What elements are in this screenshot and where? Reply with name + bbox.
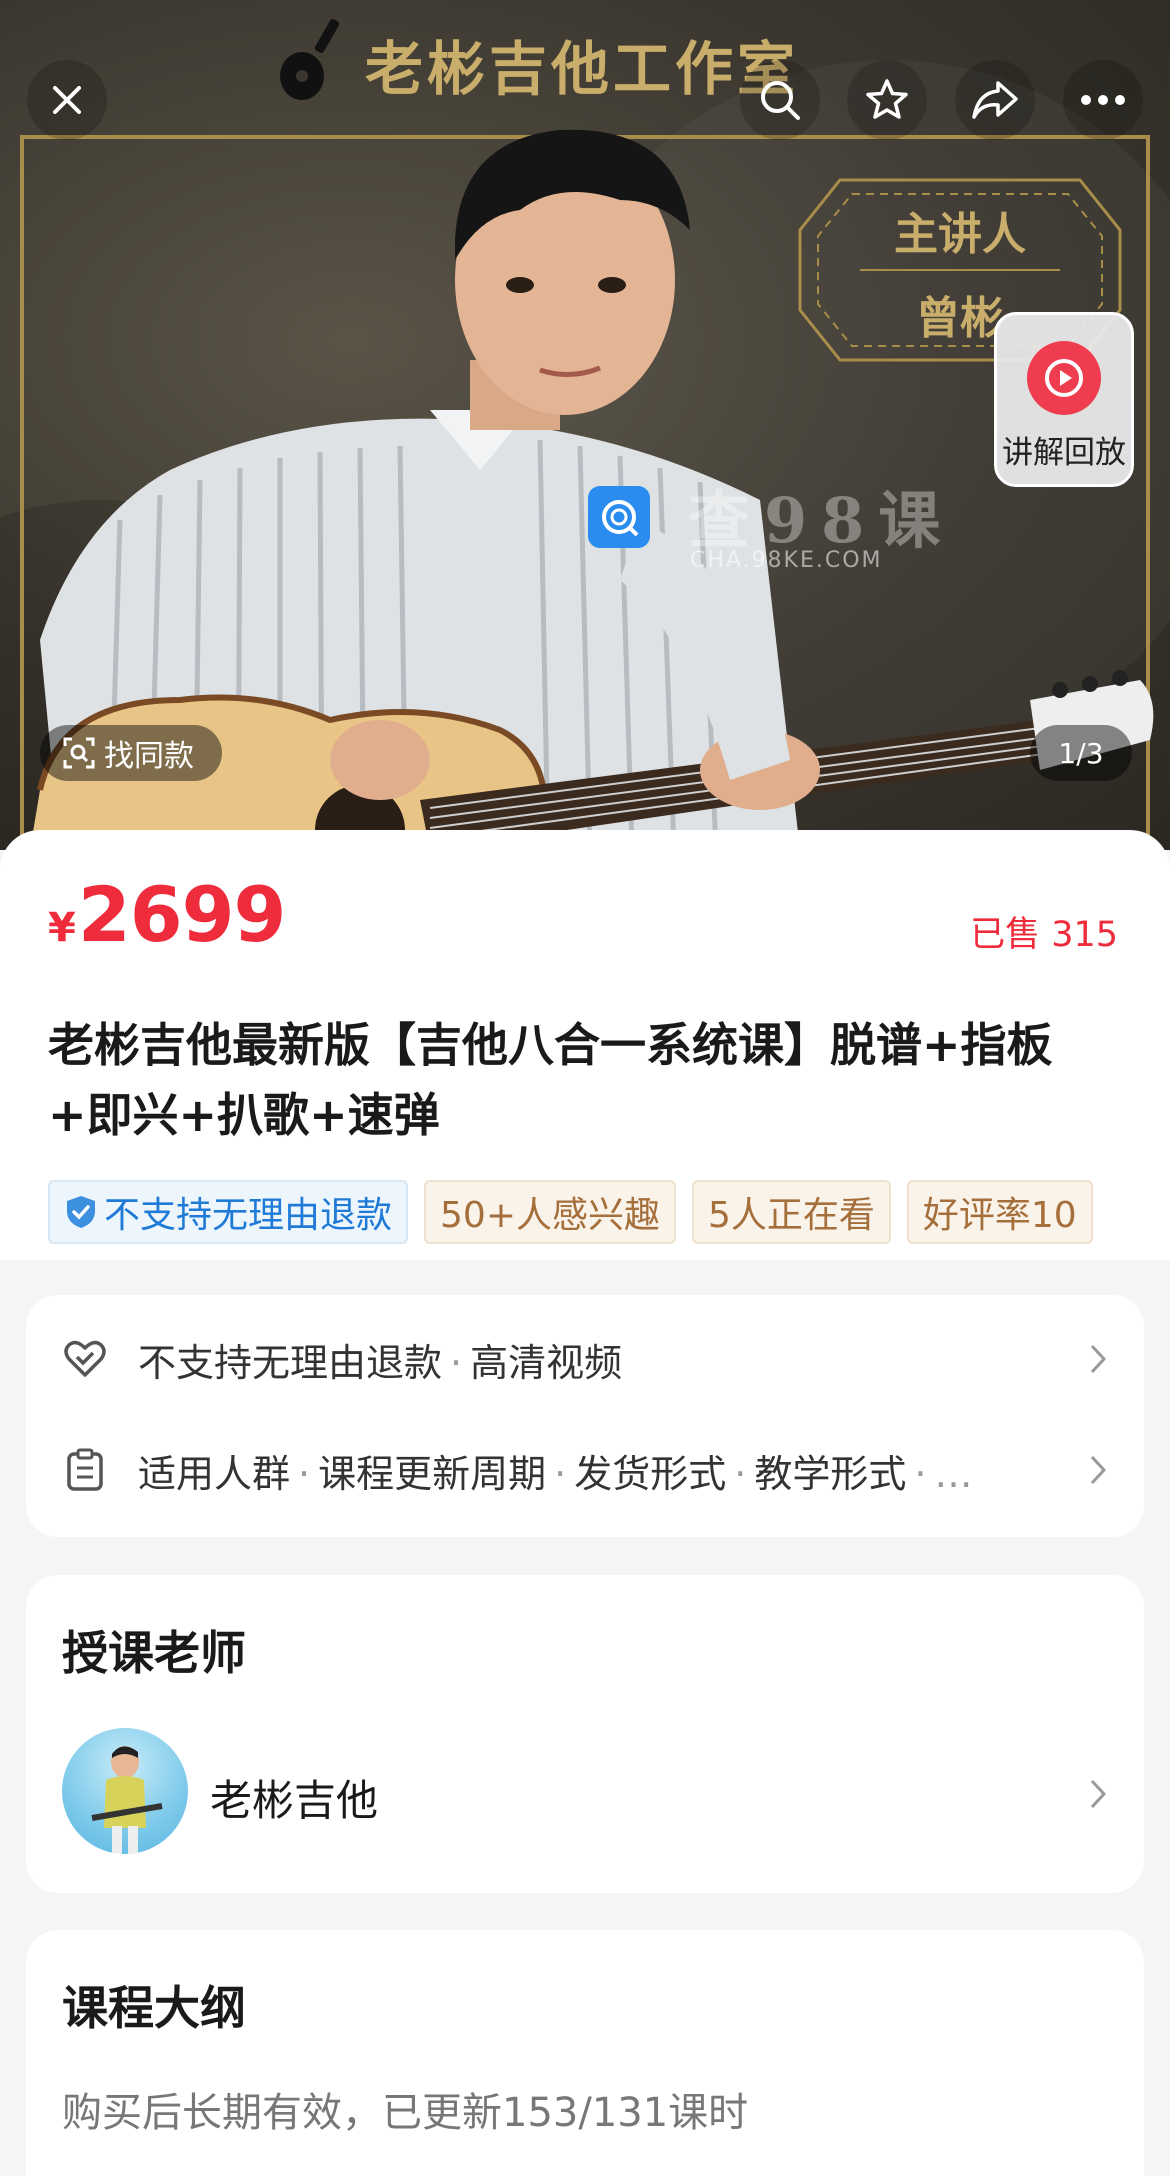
chevron-right-icon bbox=[1078, 1453, 1108, 1487]
param-delivery: 发货形式 bbox=[574, 1451, 727, 1496]
star-icon bbox=[866, 79, 908, 119]
play-icon bbox=[1027, 341, 1101, 415]
explain-replay-button[interactable]: 讲解回放 bbox=[994, 312, 1134, 487]
teacher-card: 授课老师 老彬吉他 bbox=[26, 1575, 1144, 1893]
param-teaching-form: 教学形式 bbox=[754, 1451, 907, 1496]
teacher-name[interactable]: 老彬吉他 bbox=[210, 1767, 378, 1828]
more-icon bbox=[1081, 95, 1125, 105]
teacher-heading: 授课老师 bbox=[62, 1626, 246, 1680]
replay-label: 讲解回放 bbox=[1002, 435, 1126, 471]
find-same-label: 找同款 bbox=[104, 739, 194, 774]
outline-heading: 课程大纲 bbox=[62, 1981, 246, 2035]
avatar[interactable] bbox=[62, 1728, 188, 1854]
product-image-carousel[interactable]: 老彬吉他工作室 主讲人 曾彬 讲解回放 查98课 CHA.98KE.COM 找同… bbox=[0, 0, 1170, 850]
service-refund: 不支持无理由退款 bbox=[138, 1340, 443, 1385]
param-audience: 适用人群 bbox=[138, 1451, 291, 1496]
close-button[interactable] bbox=[27, 60, 107, 140]
params-row[interactable]: 适用人群 · 课程更新周期 · 发货形式 · 教学形式 ·… bbox=[62, 1440, 1108, 1500]
tag-viewing: 5人正在看 bbox=[692, 1180, 891, 1244]
favorite-button[interactable] bbox=[847, 60, 927, 140]
share-button[interactable] bbox=[955, 60, 1035, 140]
tag-refund-policy[interactable]: 不支持无理由退款 bbox=[48, 1180, 409, 1244]
price-value: 2699 bbox=[77, 870, 287, 959]
product-info-card: ¥ 2699 已售 315 老彬吉他最新版【吉他八合一系统课】脱谱+指板+即兴+… bbox=[0, 830, 1170, 1260]
more-button[interactable] bbox=[1063, 60, 1143, 140]
clipboard-icon bbox=[62, 1447, 108, 1493]
search-icon bbox=[761, 81, 800, 120]
watermark-logo-icon bbox=[588, 486, 650, 548]
price: ¥ 2699 bbox=[48, 870, 287, 959]
watermark-url: CHA.98KE.COM bbox=[690, 548, 883, 573]
service-quality: 高清视频 bbox=[470, 1340, 623, 1385]
close-icon bbox=[53, 86, 81, 114]
find-same-button[interactable]: 找同款 bbox=[40, 725, 222, 781]
tag-label: 不支持无理由退款 bbox=[104, 1195, 393, 1236]
tag-row: 不支持无理由退款 50+人感兴趣 5人正在看 好评率10 bbox=[48, 1180, 1122, 1246]
share-icon bbox=[972, 81, 1018, 119]
tag-rating: 好评率10 bbox=[906, 1180, 1093, 1244]
watermark-text: 查98课 bbox=[688, 484, 955, 557]
tag-interest: 50+人感兴趣 bbox=[424, 1180, 676, 1244]
outline-card: 课程大纲 购买后长期有效，已更新153/131课时 bbox=[26, 1930, 1144, 2176]
search-button[interactable] bbox=[740, 60, 820, 140]
chevron-right-icon bbox=[1078, 1342, 1108, 1376]
currency-symbol: ¥ bbox=[48, 905, 76, 951]
sold-count: 已售 315 bbox=[970, 915, 1118, 955]
heart-check-icon bbox=[62, 1336, 108, 1382]
param-more: … bbox=[934, 1451, 973, 1496]
shield-icon bbox=[67, 1196, 95, 1228]
service-card: 不支持无理由退款 · 高清视频 适用人群 · 课程更新周期 · 发货形式 · 教学形式 ·… bbox=[26, 1295, 1144, 1537]
service-row[interactable]: 不支持无理由退款 · 高清视频 bbox=[62, 1329, 1108, 1389]
product-title: 老彬吉他最新版【吉他八合一系统课】脱谱+指板+即兴+扒歌+速弹 bbox=[48, 1018, 1053, 1142]
scan-icon bbox=[63, 737, 95, 769]
param-update-cycle: 课程更新周期 bbox=[318, 1451, 547, 1496]
chevron-right-icon[interactable] bbox=[1088, 1777, 1108, 1815]
outline-subtitle: 购买后长期有效，已更新153/131课时 bbox=[62, 2090, 749, 2136]
carousel-page-indicator: 1/3 bbox=[1030, 725, 1132, 781]
